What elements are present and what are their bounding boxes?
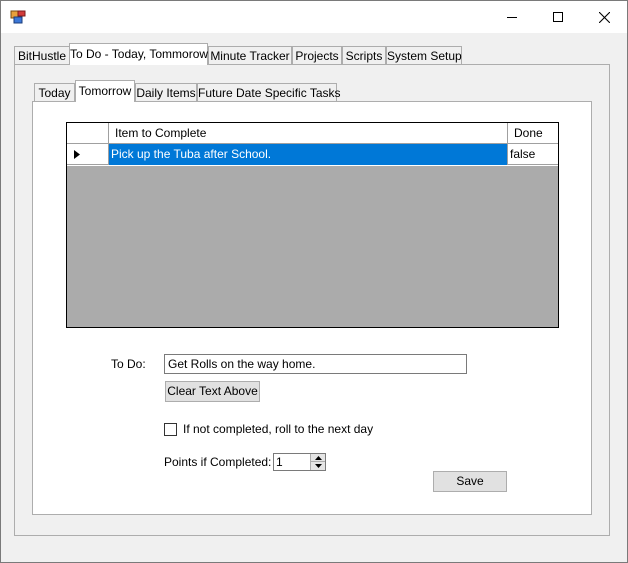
- tab-label: Projects: [295, 49, 339, 63]
- tab-today[interactable]: Today: [34, 83, 75, 102]
- todo-label: To Do:: [111, 357, 146, 371]
- grid-corner-cell[interactable]: [67, 123, 109, 143]
- roll-over-label: If not completed, roll to the next day: [183, 422, 374, 436]
- close-button[interactable]: [581, 1, 627, 33]
- tab-label: System Setup: [387, 49, 462, 63]
- cell-done-text: false: [510, 147, 536, 161]
- row-header[interactable]: [67, 144, 109, 165]
- cell-done[interactable]: false: [508, 144, 558, 165]
- stepper-down-button[interactable]: [310, 462, 325, 470]
- grid-header: Item to Complete Done: [67, 123, 558, 144]
- tab-future-date-tasks[interactable]: Future Date Specific Tasks: [197, 83, 341, 102]
- tab-label: To Do - Today, Tommorow: [70, 47, 209, 61]
- tab-scripts[interactable]: Scripts: [342, 46, 386, 65]
- current-row-arrow-icon: [74, 150, 80, 159]
- column-header-done[interactable]: Done: [508, 123, 558, 143]
- tab-tomorrow[interactable]: Tomorrow: [75, 80, 135, 102]
- tab-label: Daily Items: [136, 86, 196, 100]
- tab-label: Minute Tracker: [210, 49, 290, 63]
- points-label: Points if Completed:: [164, 455, 272, 469]
- tab-label: Today: [38, 86, 71, 100]
- cell-item[interactable]: Pick up the Tuba after School.: [109, 144, 508, 165]
- tab-label: Scripts: [345, 49, 383, 63]
- roll-over-checkbox[interactable]: [164, 423, 177, 436]
- tab-daily-items[interactable]: Daily Items: [135, 83, 197, 102]
- tab-system-setup[interactable]: System Setup: [386, 46, 462, 65]
- maximize-button[interactable]: [535, 1, 581, 33]
- arrow-up-icon: [314, 455, 322, 460]
- todo-grid[interactable]: Item to Complete Done Pick up the Tuba a…: [66, 122, 559, 328]
- title-bar[interactable]: [1, 1, 627, 33]
- stepper-up-button[interactable]: [310, 454, 325, 462]
- minimize-icon: [507, 17, 517, 18]
- app-icon: [10, 10, 26, 24]
- minimize-button[interactable]: [489, 1, 535, 33]
- close-icon: [598, 11, 610, 23]
- clear-text-button[interactable]: Clear Text Above: [165, 381, 260, 402]
- points-value: 1: [276, 455, 283, 469]
- tab-label: BitHustle: [17, 49, 67, 63]
- save-button[interactable]: Save: [433, 471, 507, 492]
- todo-input[interactable]: [164, 354, 467, 374]
- tab-bithustle[interactable]: BitHustle: [14, 46, 70, 65]
- column-header-label: Done: [514, 126, 543, 140]
- column-header-label: Item to Complete: [115, 126, 207, 140]
- tab-label: Tomorrow: [78, 84, 132, 98]
- arrow-down-icon: [314, 464, 322, 468]
- cell-item-text: Pick up the Tuba after School.: [111, 147, 272, 161]
- column-header-item[interactable]: Item to Complete: [109, 123, 508, 143]
- tab-minute-tracker[interactable]: Minute Tracker: [208, 46, 292, 65]
- table-row[interactable]: Pick up the Tuba after School. false: [67, 144, 558, 166]
- maximize-icon: [553, 12, 563, 22]
- tab-label: Future Date Specific Tasks: [198, 86, 341, 100]
- points-stepper[interactable]: 1: [273, 453, 326, 471]
- tab-projects[interactable]: Projects: [292, 46, 342, 65]
- tab-todo[interactable]: To Do - Today, Tommorow: [69, 43, 208, 65]
